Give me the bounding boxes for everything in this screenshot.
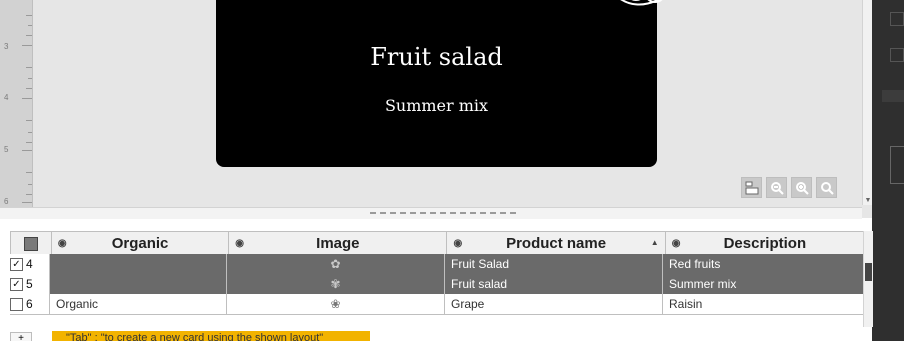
description-cell[interactable]: Summer mix [663, 274, 862, 294]
sort-ascending-icon[interactable]: ▲ [651, 238, 659, 247]
zoom-toolbar [741, 177, 837, 198]
keyboard-tip: "Tab" : "to create a new card using the … [52, 331, 370, 341]
design-canvas[interactable]: 3 4 5 6 Fruit salad Summer mix ▼ [0, 0, 873, 219]
ruler-tick [22, 98, 32, 99]
add-icon: + [18, 332, 24, 341]
layout-icon [745, 181, 758, 194]
add-card-button[interactable]: + [10, 332, 32, 341]
panel-field [882, 90, 904, 102]
ruler-tick [26, 194, 32, 195]
organic-cell[interactable] [50, 254, 227, 274]
vertical-ruler: 3 4 5 6 [0, 0, 33, 218]
column-title: Organic [111, 235, 169, 252]
column-visibility-icon[interactable]: ◉ [672, 238, 681, 249]
table-header: ◉ Organic ◉ Image ◉ Product name ▲ ◉ Des… [10, 231, 865, 256]
scroll-thumb[interactable] [865, 263, 872, 281]
layout-button[interactable] [741, 177, 762, 198]
table-row[interactable]: 6 Organic ❀ Grape Raisin [10, 294, 863, 315]
row-checkbox-checked-icon[interactable]: ✓ [10, 257, 23, 271]
row-number: 6 [26, 297, 33, 311]
fruit-thumbnail-icon: ✿ [330, 257, 341, 271]
label-subtitle: Summer mix [384, 96, 489, 115]
label-card[interactable]: Fruit salad Summer mix [216, 0, 663, 167]
row-selector[interactable]: 6 [10, 294, 50, 314]
image-cell[interactable]: ❀ [227, 294, 445, 314]
image-cell[interactable]: ✿ [227, 254, 445, 274]
organic-cell[interactable]: Organic [50, 294, 227, 314]
panel-swatch [890, 146, 904, 184]
row-selector[interactable]: ✓ 5 [10, 274, 50, 294]
row-number: 4 [26, 257, 33, 271]
row-number: 5 [26, 277, 33, 291]
properties-panel [872, 0, 904, 341]
ruler-tick [28, 132, 32, 133]
ruler-tick [26, 142, 32, 143]
column-visibility-icon[interactable]: ◉ [235, 238, 244, 249]
canvas-splitter[interactable] [0, 207, 862, 219]
table-row[interactable]: ✓ 4 ✿ Fruit Salad Red fruits [10, 254, 863, 274]
column-header-description[interactable]: ◉ Description [666, 232, 864, 255]
image-cell[interactable]: ✾ [227, 274, 445, 294]
ruler-tick [26, 88, 32, 89]
ruler-tick [28, 184, 32, 185]
ruler-tick [28, 25, 32, 26]
fruit-thumbnail-icon: ✾ [330, 277, 341, 291]
panel-icon [890, 48, 904, 62]
zoom-fit-button[interactable] [816, 177, 837, 198]
zoom-out-button[interactable] [766, 177, 787, 198]
fruit-bowl-illustration [620, 0, 663, 6]
ruler-tick [26, 120, 32, 121]
row-checkbox-icon[interactable] [10, 297, 23, 311]
label-title: Fruit salad [370, 43, 503, 71]
product-name-cell[interactable]: Grape [445, 294, 663, 314]
description-cell[interactable]: Red fruits [663, 254, 862, 274]
column-visibility-icon[interactable]: ◉ [58, 238, 67, 249]
column-header-product-name[interactable]: ◉ Product name ▲ [447, 232, 666, 255]
organic-cell[interactable] [50, 274, 227, 294]
label-designer-window: 3 4 5 6 Fruit salad Summer mix ▼ ◉ Organ… [0, 0, 904, 341]
ruler-tick [22, 202, 32, 203]
product-name-cell[interactable]: Fruit salad [445, 274, 663, 294]
ruler-tick [26, 172, 32, 173]
panel-icon [890, 12, 904, 26]
column-title: Product name [506, 235, 607, 252]
column-title: Description [723, 235, 807, 252]
column-title: Image [316, 235, 360, 252]
ruler-number: 5 [4, 145, 9, 154]
select-all-checkbox[interactable] [23, 236, 38, 251]
table-row[interactable]: ✓ 5 ✾ Fruit salad Summer mix [10, 274, 863, 294]
column-header-organic[interactable]: ◉ Organic [52, 232, 230, 255]
product-name-cell[interactable]: Fruit Salad [445, 254, 663, 274]
ruler-number: 6 [4, 197, 9, 206]
ruler-tick [22, 45, 32, 46]
ruler-tick [26, 15, 32, 16]
fruit-thumbnail-icon: ❀ [330, 297, 341, 311]
row-checkbox-checked-icon[interactable]: ✓ [10, 277, 23, 291]
ruler-number: 3 [4, 42, 9, 51]
splitter-grip-icon[interactable] [370, 212, 516, 214]
zoom-out-icon [770, 181, 784, 195]
table-vertical-scrollbar[interactable] [863, 231, 873, 327]
ruler-tick [28, 78, 32, 79]
ruler-tick [22, 150, 32, 151]
description-cell[interactable]: Raisin [663, 294, 862, 314]
ruler-number: 4 [4, 93, 9, 102]
table-body: ✓ 4 ✿ Fruit Salad Red fruits ✓ 5 ✾ Fruit… [10, 254, 863, 315]
zoom-fit-icon [820, 181, 834, 195]
ruler-tick [26, 35, 32, 36]
column-visibility-icon[interactable]: ◉ [453, 238, 462, 249]
zoom-in-icon [795, 181, 809, 195]
zoom-in-button[interactable] [791, 177, 812, 198]
select-all-header[interactable] [11, 232, 52, 255]
ruler-tick [26, 67, 32, 68]
row-selector[interactable]: ✓ 4 [10, 254, 50, 274]
column-header-image[interactable]: ◉ Image [229, 232, 448, 255]
